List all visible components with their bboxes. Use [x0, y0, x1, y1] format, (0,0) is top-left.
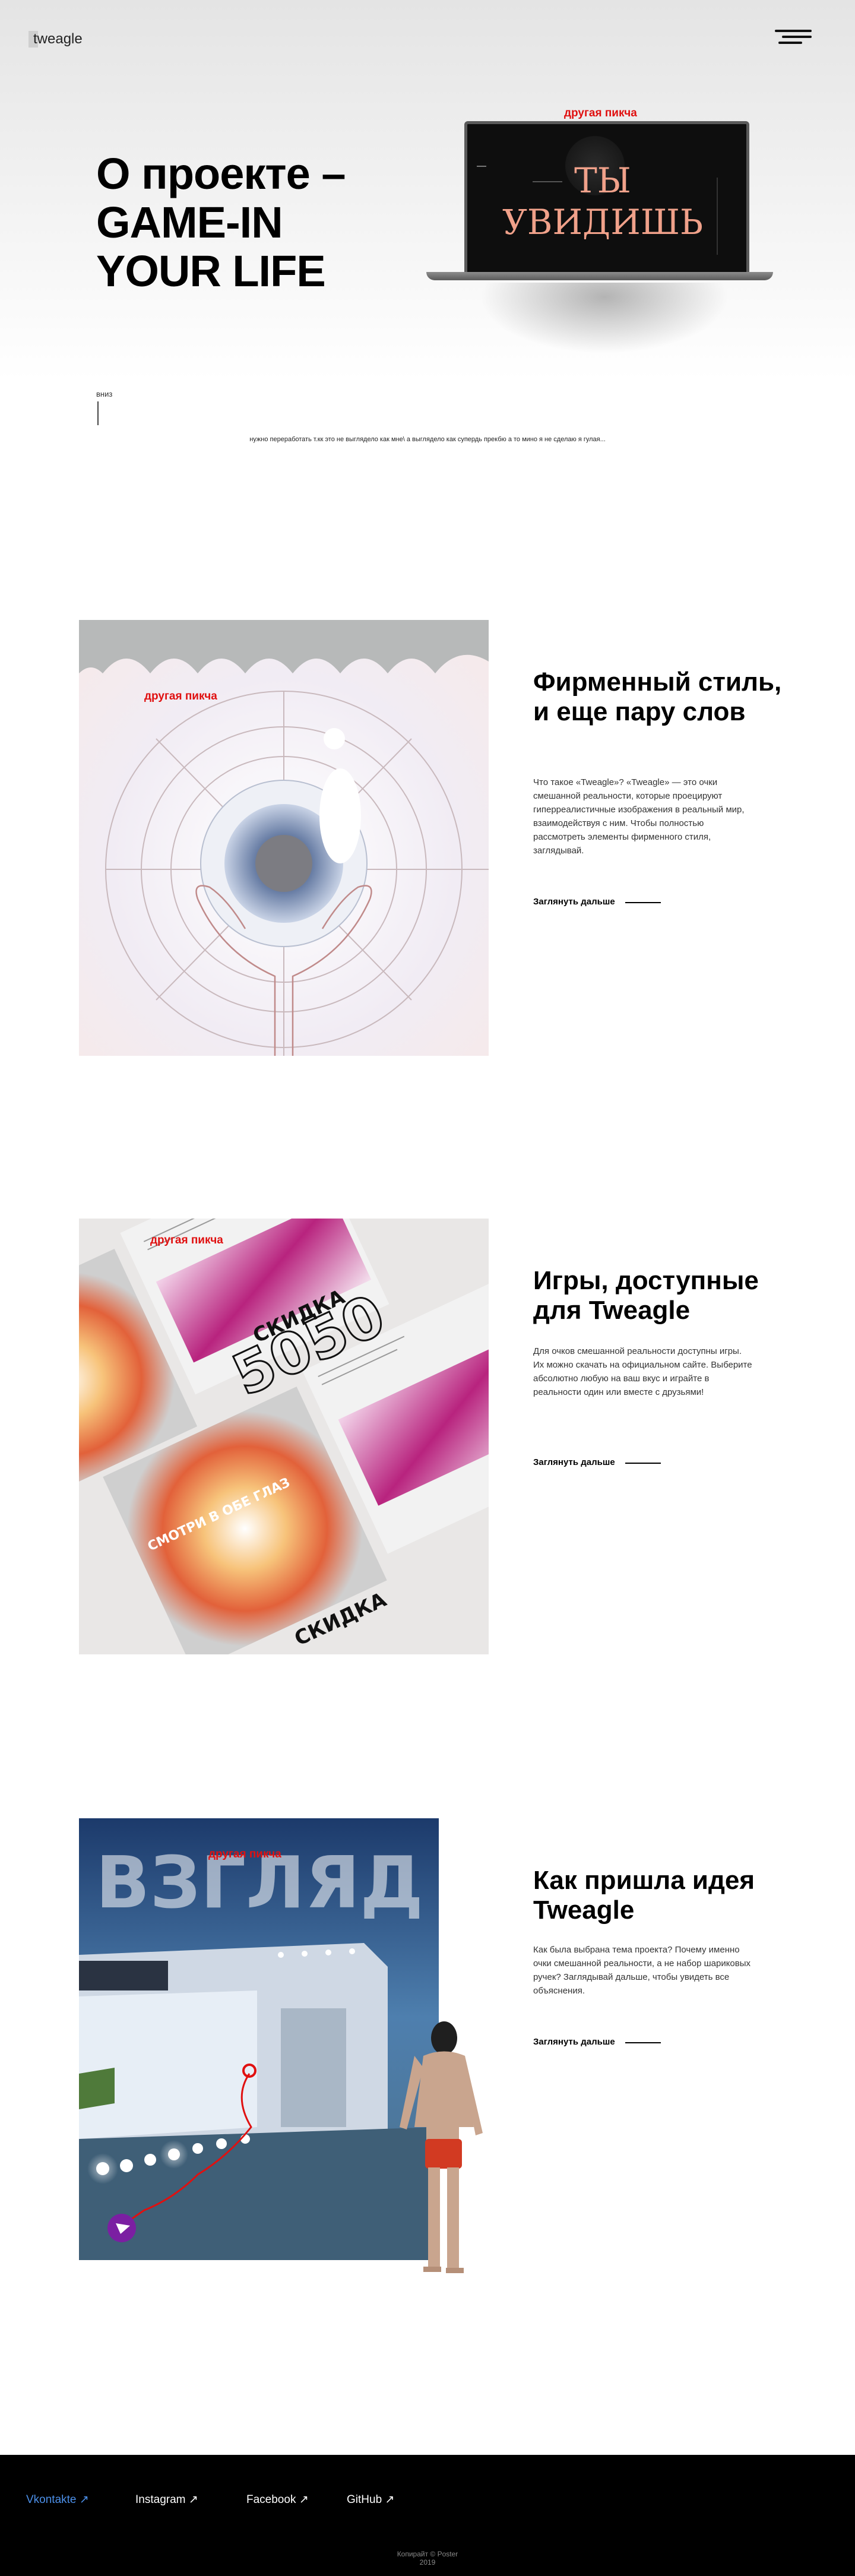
idea-image: ВЗГЛЯД другая пикча — [79, 1818, 489, 2273]
screen-headline-line: УВИДИШЬ — [502, 202, 704, 242]
image-placeholder-label: другая пикча — [208, 1848, 281, 1860]
copyright-line: Копирайт © Poster — [397, 2550, 458, 2558]
arrow-line-icon — [625, 2042, 661, 2043]
image-placeholder-label: другая пикча — [144, 690, 217, 702]
screen-mini-mark — [717, 178, 718, 255]
section-text: Что такое «Tweagle»? «Tweagle» — это очк… — [533, 777, 745, 856]
hero-title-line: YOUR LIFE — [96, 246, 326, 296]
screen-headline-line: ТЫ — [574, 160, 631, 201]
screen-mini-mark — [477, 166, 486, 167]
read-more-link[interactable]: Заглянуть дальше — [533, 2037, 661, 2047]
games-image: СКИДКА 5050 СМОТРИ В ОБЕ ГЛАЗ СКИДКА дру… — [79, 1219, 489, 1654]
read-more-label[interactable]: Заглянуть дальше — [533, 1457, 615, 1467]
posters-illustration: СКИДКА 5050 СМОТРИ В ОБЕ ГЛАЗ СКИДКА — [79, 1219, 489, 1654]
section-text: Как была выбрана тема проекта? Почему им… — [533, 1945, 751, 1996]
brand-style-image: другая пикча — [79, 620, 489, 1056]
section-text: Для очков смешанной реальности доступны … — [533, 1346, 752, 1397]
footer-link-github[interactable]: GitHub ↗ — [347, 2493, 394, 2507]
copyright-line: 2019 — [419, 2558, 436, 2566]
laptop-shadow — [480, 283, 729, 354]
scroll-down-line — [97, 401, 99, 425]
footer-link-vkontakte[interactable]: Vkontakte ↗ — [26, 2493, 89, 2507]
read-more-link[interactable]: Заглянуть дальше — [533, 897, 661, 907]
hero-title: О проекте – GAME-IN YOUR LIFE — [96, 150, 429, 296]
section-title: Фирменный стиль, и еще пару слов — [533, 667, 782, 726]
site-logo[interactable]: tweagle — [28, 31, 86, 48]
footer-link-instagram[interactable]: Instagram ↗ — [135, 2493, 198, 2507]
image-placeholder-label: другая пикча — [150, 1234, 223, 1246]
eye-illustration — [79, 620, 489, 1056]
laptop-screen: ТЫ УВИДИШЬ — [464, 121, 749, 276]
arrow-line-icon — [625, 902, 661, 903]
arrow-line-icon — [625, 1463, 661, 1464]
footer-link-facebook[interactable]: Facebook ↗ — [246, 2493, 309, 2507]
copyright: Копирайт © Poster 2019 — [0, 2550, 855, 2566]
laptop-base — [426, 272, 773, 280]
section-title: Как пришла идея Tweagle — [533, 1866, 755, 1925]
laptop-mockup: ТЫ УВИДИШЬ другая пикча — [426, 107, 773, 356]
house-illustration: ВЗГЛЯД — [79, 1818, 483, 2273]
read-more-label[interactable]: Заглянуть дальше — [533, 897, 615, 907]
hero-note: нужно переработать т.кк это не выглядело… — [249, 436, 606, 443]
scroll-down-link[interactable]: вниз — [96, 390, 112, 398]
section-title: Игры, доступные для Tweagle — [533, 1266, 759, 1325]
hero-title-line: GAME-IN — [96, 198, 283, 247]
hero-title-line: О проекте – — [96, 149, 346, 198]
menu-icon[interactable] — [775, 30, 812, 46]
image-placeholder-label: другая пикча — [564, 107, 637, 119]
read-more-link[interactable]: Заглянуть дальше — [533, 1457, 661, 1467]
screen-headline: ТЫ УВИДИШЬ — [490, 160, 715, 243]
site-footer: Vkontakte ↗ Instagram ↗ Facebook ↗ GitHu… — [0, 2455, 855, 2576]
read-more-label[interactable]: Заглянуть дальше — [533, 2037, 615, 2047]
